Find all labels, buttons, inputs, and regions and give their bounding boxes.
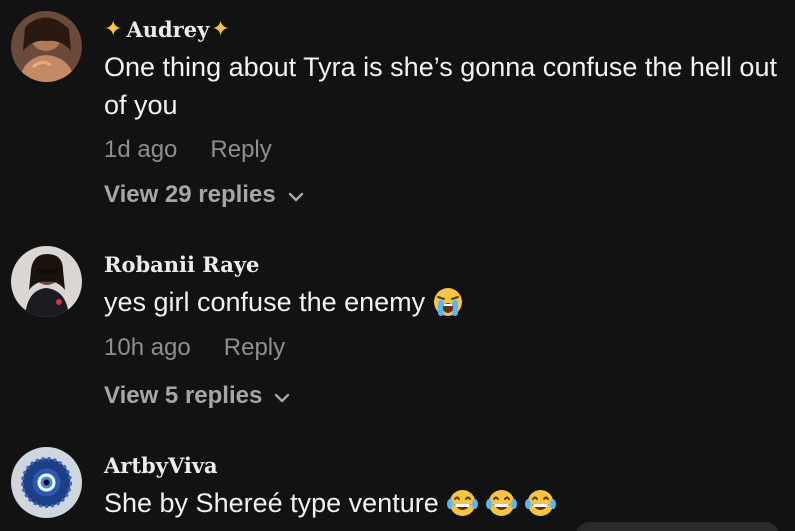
comment-text-audrey: One thing about Tyra is she’s gonna conf…	[104, 52, 777, 120]
avatar-audrey[interactable]	[11, 11, 82, 82]
username-audrey-label: Audrey	[126, 17, 210, 42]
username-artbyviva[interactable]: ArtbyViva	[104, 453, 218, 478]
view-replies-label: View 5 replies	[104, 382, 263, 409]
reply-button[interactable]: Reply	[210, 136, 271, 164]
tears-of-joy-emoji-icon	[446, 488, 478, 528]
chevron-down-icon	[274, 382, 290, 410]
avatar-audrey-image	[11, 11, 82, 82]
avatar-artbyviva-image	[11, 447, 82, 518]
sparkles-icon: ✦	[211, 16, 230, 42]
avatar-artbyviva[interactable]	[11, 447, 82, 518]
comment-robanii: Robanii Raye yes girl confuse the enemy …	[0, 230, 795, 440]
chevron-down-icon	[288, 181, 304, 209]
timestamp: 10h ago	[104, 334, 191, 361]
tears-of-joy-emoji-icon	[485, 488, 517, 528]
comment-meta-robanii: 10h ago Reply	[104, 334, 285, 362]
comment-text-robanii-label: yes girl confuse the enemy	[104, 287, 426, 317]
avatar-robanii[interactable]	[11, 246, 82, 317]
view-replies-button[interactable]: View 5 replies	[104, 382, 290, 410]
username-audrey[interactable]: ✦ Audrey ✦	[104, 17, 230, 42]
reply-button[interactable]: Reply	[224, 334, 285, 362]
sparkles-icon: ✦	[104, 16, 123, 42]
timestamp: 1d ago	[104, 136, 178, 163]
tears-of-joy-emoji-icon	[524, 488, 556, 528]
comment-meta-audrey: 1d ago Reply	[104, 136, 272, 164]
comment-text-robanii: yes girl confuse the enemy	[104, 283, 789, 327]
comment-input-pill[interactable]	[575, 522, 780, 531]
avatar-robanii-image	[11, 246, 82, 317]
view-replies-label: View 29 replies	[104, 181, 276, 208]
comment-artbyviva: ArtbyViva She by Shereé type venture	[0, 440, 795, 531]
comment-text-artbyviva-label: She by Shereé type venture	[104, 488, 439, 518]
comment-audrey: ✦ Audrey ✦ One thing about Tyra is she’s…	[0, 0, 795, 230]
crying-emoji-icon	[433, 287, 463, 327]
username-robanii[interactable]: Robanii Raye	[104, 252, 259, 277]
view-replies-button[interactable]: View 29 replies	[104, 181, 304, 209]
